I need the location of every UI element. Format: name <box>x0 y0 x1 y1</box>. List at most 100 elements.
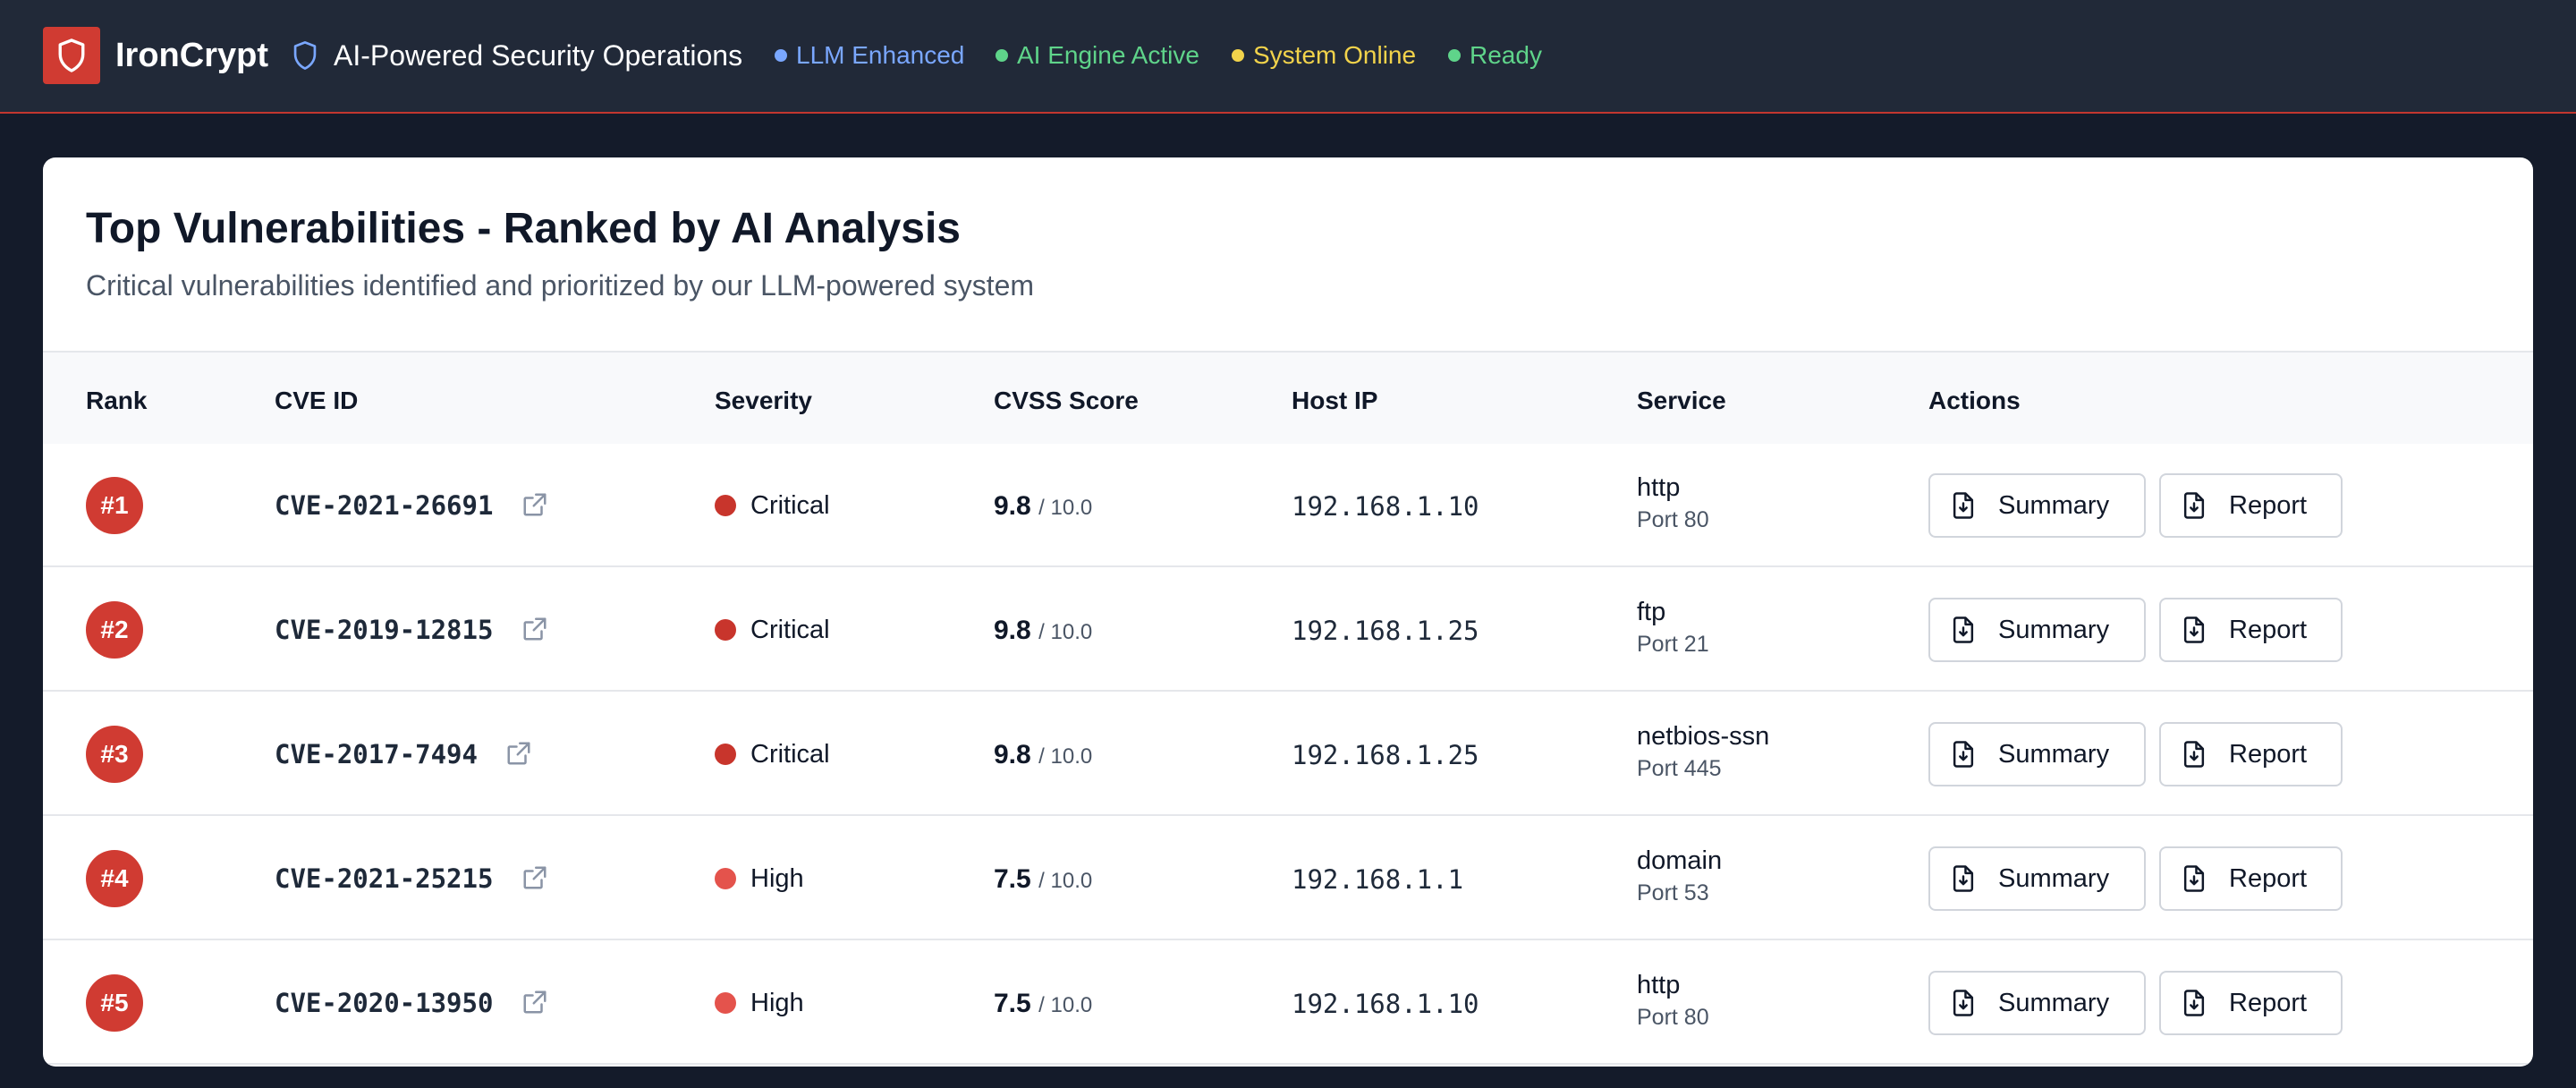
report-button[interactable]: Report <box>2159 473 2343 538</box>
cvss-max: / 10.0 <box>1038 744 1093 769</box>
table-row: #2 CVE-2019-12815 Critical 9.8 / 10.0 19… <box>43 568 2533 692</box>
cvss-score-cell: 7.5 / 10.0 <box>994 862 1092 902</box>
file-download-icon <box>2183 741 2205 768</box>
external-link-icon[interactable] <box>505 740 532 767</box>
column-header-severity: Severity <box>715 387 812 414</box>
severity-label: Critical <box>750 491 830 520</box>
summary-button[interactable]: Summary <box>1928 598 2146 662</box>
severity-label: High <box>750 864 804 893</box>
severity-dot <box>715 744 736 765</box>
cvss-score: 7.5 <box>994 989 1031 1018</box>
host-ip: 192.168.1.25 <box>1292 616 1479 646</box>
host-ip: 192.168.1.1 <box>1292 864 1464 895</box>
summary-button[interactable]: Summary <box>1928 971 2146 1035</box>
report-button[interactable]: Report <box>2159 722 2343 786</box>
summary-button-label: Summary <box>1998 615 2110 644</box>
service-cell: netbios-ssn Port 445 <box>1637 719 1769 784</box>
severity-dot <box>715 868 736 889</box>
summary-button[interactable]: Summary <box>1928 473 2146 538</box>
report-button-label: Report <box>2229 739 2308 769</box>
column-header-cve-id: CVE ID <box>275 387 359 414</box>
service-cell: http Port 80 <box>1637 471 1709 535</box>
cve-id[interactable]: CVE-2021-25215 <box>275 861 548 897</box>
cve-id[interactable]: CVE-2021-26691 <box>275 488 548 523</box>
status-dot <box>996 49 1008 62</box>
cve-id[interactable]: CVE-2017-7494 <box>275 736 532 772</box>
table-header: Rank CVE ID Severity CVSS Score Host IP … <box>43 351 2533 444</box>
severity-cell: High <box>715 985 804 1021</box>
service-port: Port 445 <box>1637 756 1722 781</box>
file-download-icon <box>2183 616 2205 643</box>
external-link-icon[interactable] <box>521 491 548 518</box>
status-label: LLM Enhanced <box>796 41 965 69</box>
cvss-score-cell: 9.8 / 10.0 <box>994 737 1092 778</box>
status-label: System Online <box>1253 41 1417 69</box>
rank-badge: #5 <box>86 974 143 1032</box>
summary-button-label: Summary <box>1998 490 2110 520</box>
table-row: #4 CVE-2021-25215 High 7.5 / 10.0 192.16… <box>43 817 2533 940</box>
rank-badge: #2 <box>86 601 143 659</box>
column-header-rank: Rank <box>86 387 148 414</box>
severity-cell: High <box>715 861 804 897</box>
external-link-icon[interactable] <box>521 989 548 1016</box>
column-header-host-ip: Host IP <box>1292 387 1378 414</box>
status-dot <box>775 49 787 62</box>
severity-dot <box>715 992 736 1014</box>
cve-id[interactable]: CVE-2020-13950 <box>275 985 548 1021</box>
severity-cell: Critical <box>715 488 830 523</box>
severity-label: Critical <box>750 616 830 644</box>
summary-button[interactable]: Summary <box>1928 722 2146 786</box>
cvss-score-cell: 7.5 / 10.0 <box>994 986 1092 1026</box>
cvss-score: 9.8 <box>994 491 1031 521</box>
cve-id-text: CVE-2020-13950 <box>275 988 494 1018</box>
severity-label: Critical <box>750 740 830 769</box>
service-cell: http Port 80 <box>1637 968 1709 1033</box>
service-cell: domain Port 53 <box>1637 844 1722 908</box>
cvss-max: / 10.0 <box>1038 496 1093 520</box>
table-row: #3 CVE-2017-7494 Critical 9.8 / 10.0 192… <box>43 693 2533 816</box>
status-dot <box>1232 49 1244 62</box>
column-header-actions: Actions <box>1928 387 2021 414</box>
cve-id[interactable]: CVE-2019-12815 <box>275 612 548 648</box>
status-label: AI Engine Active <box>1017 41 1199 69</box>
shield-outline-icon <box>293 41 317 70</box>
host-ip: 192.168.1.25 <box>1292 740 1479 770</box>
report-button[interactable]: Report <box>2159 598 2343 662</box>
service-cell: ftp Port 21 <box>1637 595 1709 659</box>
service-name: domain <box>1637 846 1723 875</box>
external-link-icon[interactable] <box>521 616 548 642</box>
file-download-icon <box>1953 492 1974 519</box>
severity-cell: Critical <box>715 612 830 648</box>
file-download-icon <box>2183 865 2205 892</box>
cvss-max: / 10.0 <box>1038 869 1093 893</box>
logo[interactable] <box>43 27 100 84</box>
summary-button[interactable]: Summary <box>1928 846 2146 911</box>
vulnerabilities-card: Top Vulnerabilities - Ranked by AI Analy… <box>43 157 2533 1067</box>
column-header-service: Service <box>1637 387 1726 414</box>
column-header-cvss-score: CVSS Score <box>994 387 1139 414</box>
card-subtitle: Critical vulnerabilities identified and … <box>86 269 1035 302</box>
status-label: Ready <box>1470 41 1542 69</box>
service-name: ftp <box>1637 598 1666 626</box>
report-button-label: Report <box>2229 863 2308 893</box>
file-download-icon <box>1953 616 1974 643</box>
external-link-icon[interactable] <box>521 864 548 891</box>
severity-label: High <box>750 989 804 1017</box>
shield-icon <box>58 38 85 72</box>
service-port: Port 53 <box>1637 880 1709 905</box>
report-button[interactable]: Report <box>2159 846 2343 911</box>
file-download-icon <box>2183 492 2205 519</box>
summary-button-label: Summary <box>1998 739 2110 769</box>
file-download-icon <box>1953 865 1974 892</box>
host-ip: 192.168.1.10 <box>1292 989 1479 1019</box>
tagline: AI-Powered Security Operations <box>334 39 743 72</box>
report-button[interactable]: Report <box>2159 971 2343 1035</box>
cve-id-text: CVE-2019-12815 <box>275 615 494 645</box>
service-name: http <box>1637 971 1681 999</box>
brand-name: IronCrypt <box>115 37 268 74</box>
cvss-score: 9.8 <box>994 616 1031 645</box>
report-button-label: Report <box>2229 490 2308 520</box>
file-download-icon <box>1953 741 1974 768</box>
severity-dot <box>715 495 736 516</box>
host-ip: 192.168.1.10 <box>1292 491 1479 522</box>
